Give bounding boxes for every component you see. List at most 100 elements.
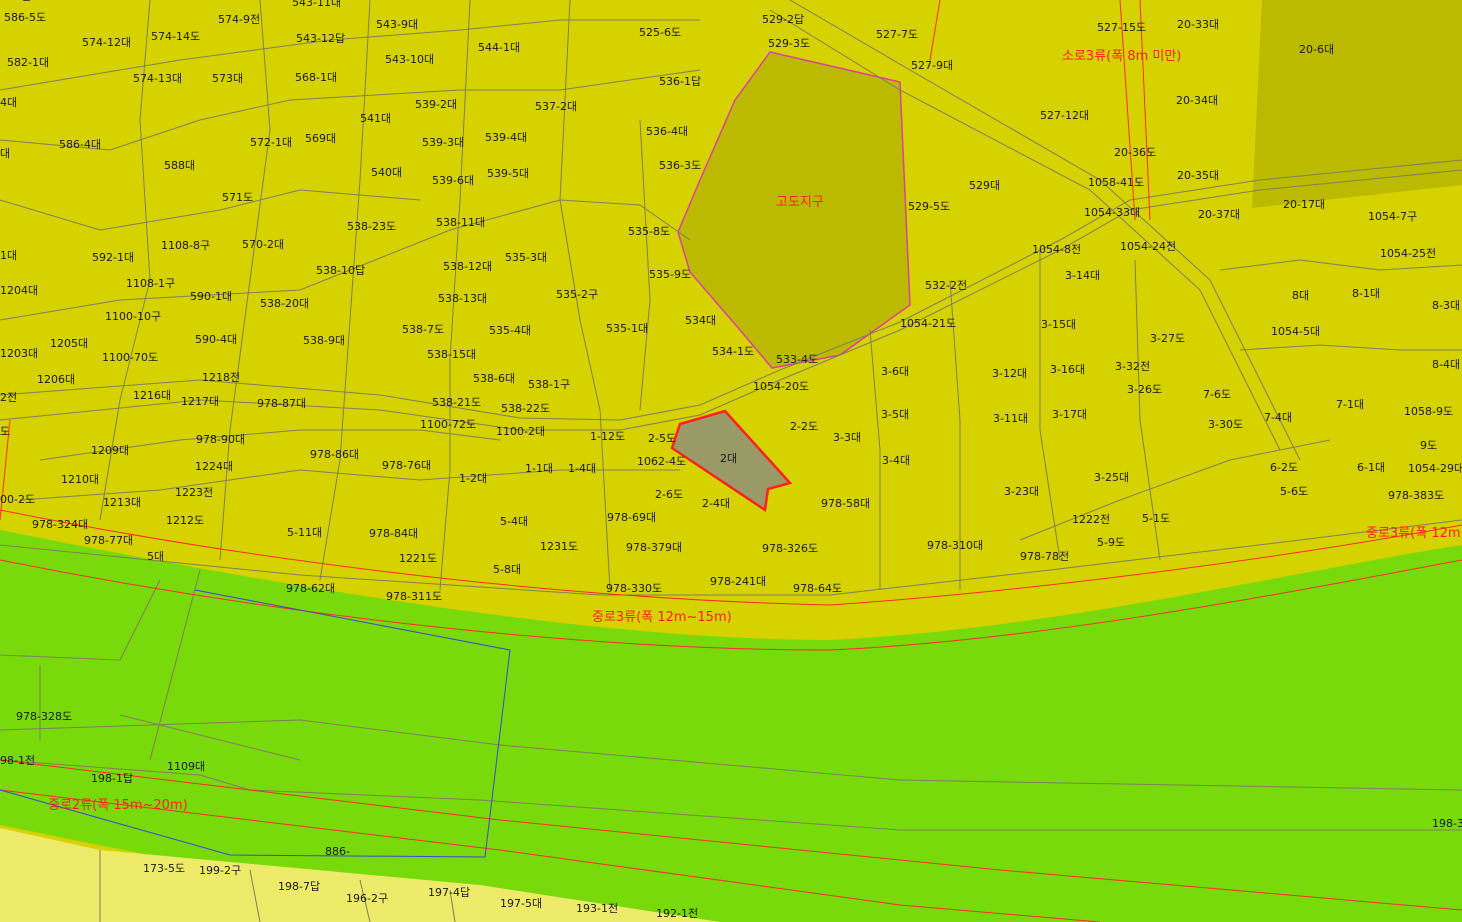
parcel-label: 538-21도 <box>432 396 481 409</box>
parcel-label: 1-1대 <box>525 462 553 475</box>
parcel-label: 541대 <box>360 112 391 125</box>
edge-parcel-label: 2전 <box>0 391 17 404</box>
parcel-label: 978-310대 <box>927 539 983 552</box>
parcel-label: 574-13대 <box>133 72 182 85</box>
parcel-label: 529-3도 <box>768 37 810 50</box>
parcel-label: 588대 <box>164 159 195 172</box>
parcel-label: 20-35대 <box>1177 169 1219 182</box>
parcel-label: 590-1대 <box>190 290 232 303</box>
parcel-label: 193-1전 <box>576 902 618 915</box>
parcel-label: 535-2구 <box>556 288 598 301</box>
parcel-label: 538-13대 <box>438 292 487 305</box>
parcel-label: 1054-33대 <box>1084 206 1140 219</box>
parcel-label: 3-5대 <box>881 408 909 421</box>
parcel-label: 7-1대 <box>1336 398 1364 411</box>
parcel-label: 1058-9도 <box>1404 405 1453 418</box>
parcel-label: 570-2대 <box>242 238 284 251</box>
parcel-label: 544-1대 <box>478 41 520 54</box>
edge-parcel-label: 98-1전 <box>0 754 35 767</box>
parcel-label: 535-8도 <box>628 225 670 238</box>
parcel-label: 196-2구 <box>346 892 388 905</box>
parcel-label: 534-1도 <box>712 345 754 358</box>
parcel-label: 2-4대 <box>702 497 730 510</box>
parcel-label: 1212도 <box>166 514 204 527</box>
parcel-label: 1218전 <box>202 371 240 384</box>
parcel-label: 529-5도 <box>908 200 950 213</box>
parcel-label: 586-4대 <box>59 138 101 151</box>
parcel-label: 1209대 <box>91 444 129 457</box>
parcel-label: 538-20대 <box>260 297 309 310</box>
parcel-label: 3-11대 <box>993 412 1028 425</box>
parcel-label: 539-4대 <box>485 131 527 144</box>
parcel-label: 535-4대 <box>489 324 531 337</box>
parcel-label: 20-17대 <box>1283 198 1325 211</box>
parcel-label: 536-1답 <box>659 75 701 88</box>
parcel-label: 3-32전 <box>1115 360 1150 373</box>
parcel-label: 1-2대 <box>459 472 487 485</box>
parcel-label: 6-2도 <box>1270 461 1298 474</box>
parcel-label: 3-3대 <box>833 431 861 444</box>
parcel-label: 525-6도 <box>639 26 681 39</box>
edge-parcel-label: 4대 <box>0 96 17 109</box>
parcel-label: 3-12대 <box>992 367 1027 380</box>
parcel-label: 1108-8구 <box>161 239 210 252</box>
parcel-label: 533-4도 <box>776 353 818 366</box>
parcel-label: 539-6대 <box>432 174 474 187</box>
parcel-label: 1100-70도 <box>102 351 158 364</box>
parcel-label: 543-10대 <box>385 53 434 66</box>
parcel-label: 1100-72도 <box>420 418 476 431</box>
parcel-label: 5-8대 <box>493 563 521 576</box>
parcel-label: 5대 <box>147 550 164 563</box>
parcel-label: 20-37대 <box>1198 208 1240 221</box>
parcel-label: 978-326도 <box>762 542 818 555</box>
parcel-label: 1204대 <box>0 284 38 297</box>
parcel-label: 1054-21도 <box>900 317 956 330</box>
parcel-label: 3-4대 <box>882 454 910 467</box>
parcel-label: 586-5도 <box>4 11 46 24</box>
parcel-label: 582-1대 <box>7 56 49 69</box>
parcel-label: 5-6도 <box>1280 485 1308 498</box>
parcel-label: 978-87대 <box>257 397 306 410</box>
parcel-label: 198-3답 <box>1432 817 1462 830</box>
parcel-label: 7-6도 <box>1203 388 1231 401</box>
parcel-label: 3-17대 <box>1052 408 1087 421</box>
parcel-label: 529대 <box>969 179 1000 192</box>
parcel-label: 20-6대 <box>1299 43 1334 56</box>
parcel-label: 573대 <box>212 72 243 85</box>
parcel-label: 538-11대 <box>436 216 485 229</box>
parcel-label: 7-4대 <box>1264 411 1292 424</box>
parcel-label: 978-78전 <box>1020 550 1069 563</box>
district-label: 고도지구 <box>776 195 824 210</box>
parcel-label: 535-9도 <box>649 268 691 281</box>
parcel-label: 978-77대 <box>84 534 133 547</box>
edge-parcel-label: 1대 <box>0 249 17 262</box>
parcel-label: 1216대 <box>133 389 171 402</box>
parcel-label: 1-12도 <box>590 430 625 443</box>
parcel-label: 3-16대 <box>1050 363 1085 376</box>
parcel-label: 978-324대 <box>32 518 88 531</box>
parcel-label: 540대 <box>371 166 402 179</box>
edge-parcel-label: 도 <box>0 425 10 438</box>
selected-parcel-label: 2대 <box>720 452 737 465</box>
parcel-label: 3-27도 <box>1150 332 1185 345</box>
parcel-label: 1217대 <box>181 395 219 408</box>
road-label-middle-2: 중로2류(폭 15m~20m) <box>48 798 188 813</box>
parcel-label: 1203대 <box>0 347 38 360</box>
parcel-label: 199-2구 <box>199 864 241 877</box>
parcel-label: 1224대 <box>195 460 233 473</box>
parcel-label: 886- <box>325 845 350 858</box>
parcel-label: 536-4대 <box>646 125 688 138</box>
parcel-label: 5-11대 <box>287 526 322 539</box>
parcel-label: 1054-5대 <box>1271 325 1320 338</box>
parcel-label: 1054-20도 <box>753 380 809 393</box>
parcel-label: 978-379대 <box>626 541 682 554</box>
parcel-label: 535-1대 <box>606 322 648 335</box>
parcel-label: 2-6도 <box>655 488 683 501</box>
parcel-label: 543-9대 <box>376 18 418 31</box>
parcel-label: 978-311도 <box>386 590 442 603</box>
parcel-label: 1205대 <box>50 337 88 350</box>
road-label-middle-3-right: 중로3류(폭 12m <box>1366 526 1461 541</box>
cadastral-map[interactable]: 고도지구 중로3류(폭 12m~15m) 중로3류(폭 12m 중로2류(폭 1… <box>0 0 1462 922</box>
parcel-label: 9도 <box>1420 439 1437 452</box>
parcel-label: 3-15대 <box>1041 318 1076 331</box>
